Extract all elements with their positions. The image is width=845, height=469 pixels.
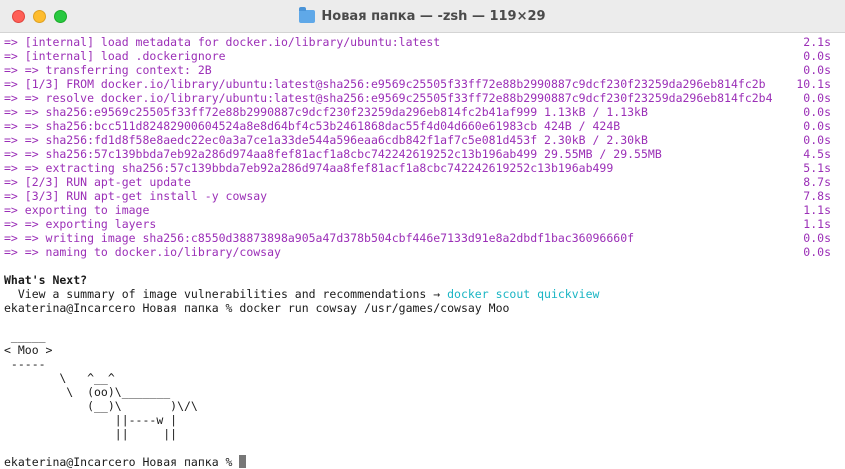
final-prompt-line[interactable]: ekaterina@Incarcero Новая папка %: [4, 455, 845, 469]
build-step-time: 0.0s: [803, 231, 831, 245]
build-log-line: => [1/3] FROM docker.io/library/ubuntu:l…: [4, 77, 845, 91]
build-step-text: => exporting to image: [4, 203, 150, 217]
build-log-line: => exporting to image 1.1s: [4, 203, 845, 217]
terminal-window: Новая папка — -zsh — 119×29 => [internal…: [0, 0, 845, 469]
build-step-time: 0.0s: [803, 63, 831, 77]
build-log-line: => => extracting sha256:57c139bbda7eb92a…: [4, 161, 845, 175]
build-step-text: => => extracting sha256:57c139bbda7eb92a…: [4, 161, 614, 175]
build-step-time: 10.1s: [796, 77, 831, 91]
build-step-text: => => sha256:bcc511d82482900604524a8e8d6…: [4, 119, 621, 133]
window-title-text: Новая папка — -zsh — 119×29: [321, 8, 546, 24]
title-bar: Новая папка — -zsh — 119×29: [0, 0, 845, 33]
build-log-line: => => writing image sha256:c8550d3887389…: [4, 231, 845, 245]
build-log-line: => [internal] load .dockerignore 0.0s: [4, 49, 845, 63]
build-log-line: => => sha256:57c139bbda7eb92a286d974aa8f…: [4, 147, 845, 161]
whats-next-heading: What's Next?: [4, 273, 88, 287]
cowsay-line: < Moo >: [4, 343, 53, 357]
scout-command-link[interactable]: docker scout quickview: [447, 287, 599, 301]
build-step-time: 0.0s: [803, 133, 831, 147]
final-prompt: ekaterina@Incarcero Новая папка %: [4, 455, 240, 469]
build-step-time: 0.0s: [803, 119, 831, 133]
build-log-line: => [3/3] RUN apt-get install -y cowsay 7.…: [4, 189, 845, 203]
cowsay-line: _____: [4, 329, 46, 343]
build-step-time: 0.0s: [803, 49, 831, 63]
build-step-text: => => transferring context: 2B: [4, 63, 212, 77]
build-step-text: => => resolve docker.io/library/ubuntu:l…: [4, 91, 773, 105]
build-step-time: 1.1s: [803, 217, 831, 231]
cowsay-line: || ||: [4, 427, 178, 441]
build-step-text: => [1/3] FROM docker.io/library/ubuntu:l…: [4, 77, 766, 91]
cowsay-line: \ (oo)\_______: [4, 385, 171, 399]
build-step-time: 4.5s: [803, 147, 831, 161]
whats-next-text: View a summary of image vulnerabilities …: [4, 287, 448, 301]
build-step-time: 7.8s: [803, 189, 831, 203]
build-log-line: => => naming to docker.io/library/cowsay…: [4, 245, 845, 259]
build-step-time: 0.0s: [803, 91, 831, 105]
build-log: => [internal] load metadata for docker.i…: [4, 35, 845, 259]
build-step-time: 2.1s: [803, 35, 831, 49]
build-step-time: 1.1s: [803, 203, 831, 217]
build-step-text: => => sha256:57c139bbda7eb92a286d974aa8f…: [4, 147, 662, 161]
cowsay-line: \ ^__^: [4, 371, 115, 385]
build-step-text: => [internal] load .dockerignore: [4, 49, 226, 63]
text-cursor: [239, 455, 247, 468]
build-log-line: => => resolve docker.io/library/ubuntu:l…: [4, 91, 845, 105]
build-log-line: => [internal] load metadata for docker.i…: [4, 35, 845, 49]
build-step-time: 8.7s: [803, 175, 831, 189]
build-step-text: => [3/3] RUN apt-get install -y cowsay: [4, 189, 268, 203]
folder-icon: [299, 6, 316, 23]
whats-next-line: View a summary of image vulnerabilities …: [4, 287, 845, 301]
build-log-line: => => transferring context: 2B 0.0s: [4, 63, 845, 77]
build-step-text: => => sha256:fd1d8f58e8aedc22ec0a3a7ce1a…: [4, 133, 648, 147]
cowsay-output: _____ < Moo > ----- \ ^__^ \ (oo)\_______…: [4, 329, 845, 441]
build-step-text: => => sha256:e9569c25505f33ff72e88b29908…: [4, 105, 648, 119]
build-log-line: => => sha256:bcc511d82482900604524a8e8d6…: [4, 119, 845, 133]
build-step-text: => => exporting layers: [4, 217, 157, 231]
build-step-text: => => naming to docker.io/library/cowsay: [4, 245, 281, 259]
build-step-text: => => writing image sha256:c8550d3887389…: [4, 231, 635, 245]
build-log-line: => => sha256:e9569c25505f33ff72e88b29908…: [4, 105, 845, 119]
build-log-line: => => sha256:fd1d8f58e8aedc22ec0a3a7ce1a…: [4, 133, 845, 147]
terminal-output[interactable]: => [internal] load metadata for docker.i…: [0, 33, 845, 469]
build-step-time: 0.0s: [803, 105, 831, 119]
build-log-line: => => exporting layers 1.1s: [4, 217, 845, 231]
cowsay-line: (__)\ )\/\: [4, 399, 198, 413]
cowsay-line: -----: [4, 357, 46, 371]
prompt-command-line: ekaterina@Incarcero Новая папка % docker…: [4, 301, 510, 315]
build-step-text: => [2/3] RUN apt-get update: [4, 175, 191, 189]
build-log-line: => [2/3] RUN apt-get update 8.7s: [4, 175, 845, 189]
build-step-time: 5.1s: [803, 161, 831, 175]
build-step-text: => [internal] load metadata for docker.i…: [4, 35, 441, 49]
cowsay-line: ||----w |: [4, 413, 178, 427]
build-step-time: 0.0s: [803, 245, 831, 259]
window-title: Новая папка — -zsh — 119×29: [0, 0, 845, 32]
